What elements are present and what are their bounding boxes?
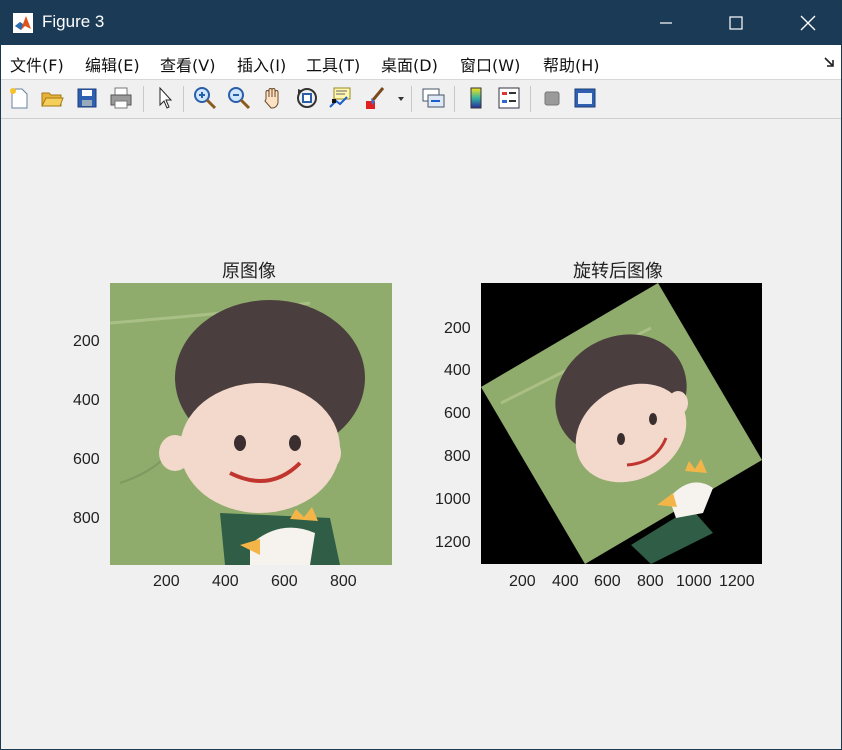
axes1-ytick-label: 600 [73, 451, 100, 468]
menu-desktop[interactable]: 桌面(D) [381, 52, 438, 76]
maximize-icon [729, 16, 743, 30]
menu-tools[interactable]: 工具(T) [306, 52, 360, 76]
matlab-logo-icon [13, 13, 33, 33]
minimize-button[interactable] [643, 1, 689, 45]
axes2-ytick-label: 1000 [435, 491, 471, 508]
hide-plot-tools-icon[interactable] [539, 85, 565, 111]
axes2-ytick-label: 800 [444, 448, 471, 465]
menu-edit[interactable]: 编辑(E) [85, 52, 140, 76]
figure-canvas: 原图像 200 400 600 800 200 400 600 800 旋转后图… [1, 119, 841, 749]
menu-help[interactable]: 帮助(H) [543, 52, 600, 76]
axes1-xtick-label: 600 [271, 573, 298, 590]
dock-arrow-icon[interactable] [823, 55, 837, 69]
axes2-xtick-label: 1200 [719, 573, 755, 590]
axes2-ytick-label: 400 [444, 362, 471, 379]
brush-dropdown-icon[interactable] [397, 95, 405, 103]
axes1-title: 原图像 [222, 261, 276, 282]
menu-file[interactable]: 文件(F) [10, 52, 64, 76]
link-plot-icon[interactable] [420, 85, 446, 111]
axes1-ytick-label: 800 [73, 510, 100, 527]
zoom-in-icon[interactable] [192, 85, 218, 111]
print-icon[interactable] [108, 85, 134, 111]
insert-colorbar-icon[interactable] [463, 85, 489, 111]
menu-window[interactable]: 窗口(W) [460, 52, 520, 76]
toolbar-separator [454, 86, 455, 112]
new-figure-icon[interactable] [6, 85, 32, 111]
axes2-xtick-label: 400 [552, 573, 579, 590]
insert-legend-icon[interactable] [496, 85, 522, 111]
window-title: Figure 3 [42, 12, 105, 31]
close-icon [800, 15, 816, 31]
axes2-title: 旋转后图像 [573, 261, 663, 282]
axes2-ytick-label: 200 [444, 320, 471, 337]
axes2-xtick-label: 600 [594, 573, 621, 590]
toolbar [1, 80, 841, 119]
axes2-xtick-label: 800 [637, 573, 664, 590]
axes1-ytick-label: 400 [73, 392, 100, 409]
open-file-icon[interactable] [39, 85, 65, 111]
figure-window: Figure 3 文件(F) 编辑(E) 查看(V) 插入(I) 工具(T) 桌… [0, 0, 842, 750]
toolbar-separator [143, 86, 144, 112]
toolbar-separator [530, 86, 531, 112]
brush-icon[interactable] [363, 85, 389, 111]
data-cursor-icon[interactable] [327, 85, 353, 111]
axes2-ytick-label: 600 [444, 405, 471, 422]
show-plot-tools-icon[interactable] [572, 85, 598, 111]
rotate-3d-icon[interactable] [294, 85, 320, 111]
toolbar-separator [411, 86, 412, 112]
close-button[interactable] [785, 1, 831, 45]
axes2-ytick-label: 1200 [435, 534, 471, 551]
axes1-xtick-label: 400 [212, 573, 239, 590]
axes1-xtick-label: 800 [330, 573, 357, 590]
axes2-xtick-label: 200 [509, 573, 536, 590]
rotated-image[interactable] [481, 283, 762, 564]
save-icon[interactable] [74, 85, 100, 111]
original-image[interactable] [110, 283, 392, 565]
axes1-ytick-label: 200 [73, 333, 100, 350]
toolbar-separator [183, 86, 184, 112]
axes1-xtick-label: 200 [153, 573, 180, 590]
maximize-button[interactable] [713, 1, 759, 45]
edit-plot-arrow-icon[interactable] [152, 85, 178, 111]
minimize-icon [660, 22, 672, 24]
menu-view[interactable]: 查看(V) [160, 52, 215, 76]
menu-insert[interactable]: 插入(I) [237, 52, 286, 76]
title-bar[interactable]: Figure 3 [1, 1, 841, 45]
pan-hand-icon[interactable] [260, 85, 286, 111]
axes2-xtick-label: 1000 [676, 573, 712, 590]
zoom-out-icon[interactable] [226, 85, 252, 111]
menu-bar: 文件(F) 编辑(E) 查看(V) 插入(I) 工具(T) 桌面(D) 窗口(W… [1, 45, 841, 80]
